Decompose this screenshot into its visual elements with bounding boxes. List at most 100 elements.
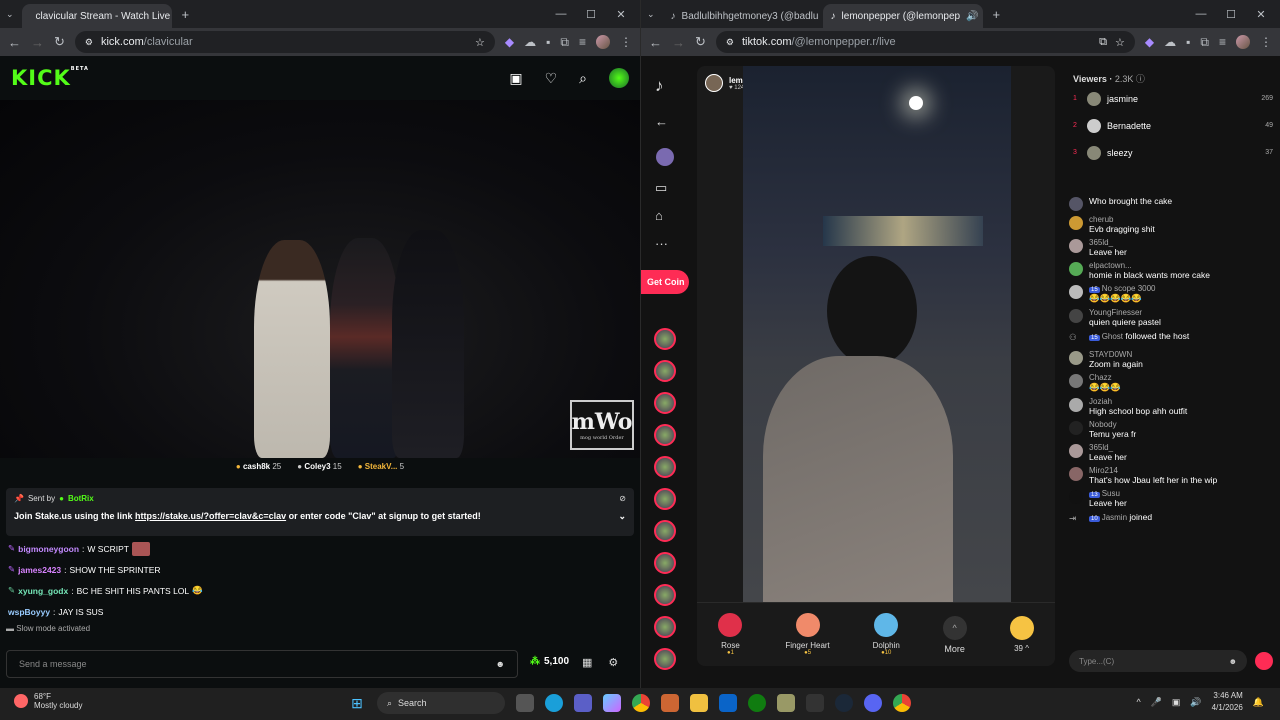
top-viewer-row[interactable]: 2 Bernadette 49 [1073, 112, 1273, 139]
site-info-icon[interactable]: ⚙ [726, 37, 734, 48]
tiktok-video[interactable] [743, 66, 1011, 602]
gift-dolphin[interactable]: Dolphin ●10 [873, 613, 900, 656]
extension-icon[interactable]: ▪ [546, 35, 550, 49]
live-channel-avatar[interactable] [654, 424, 676, 446]
taskbar-search[interactable]: ⌕ Search [377, 692, 505, 714]
chat-type-input[interactable]: Type...(C) ☻ [1069, 650, 1247, 672]
steam-icon[interactable] [835, 694, 853, 712]
emoji-picker-icon[interactable]: ☻ [496, 659, 505, 669]
explorer-icon[interactable] [690, 694, 708, 712]
audio-icon[interactable]: 🔊 [966, 11, 978, 22]
copilot-icon[interactable] [603, 694, 621, 712]
profile-avatar[interactable] [596, 35, 610, 49]
channel-points[interactable]: ⁂ 5,100 [530, 656, 569, 667]
gift-rose[interactable]: Rose ●1 [718, 613, 743, 656]
gift-leader[interactable]: ● Coley3 15 [297, 462, 341, 471]
live-channel-avatar[interactable] [654, 456, 676, 478]
url-field[interactable]: ⚙ kick.com/clavicular ☆ [74, 31, 495, 53]
live-channel-avatar[interactable] [654, 616, 676, 638]
gift-icon[interactable]: ▦ [582, 656, 592, 669]
tab-search-icon[interactable]: ⌄ [647, 9, 655, 20]
forward-icon[interactable]: → [672, 35, 685, 50]
host-avatar[interactable] [705, 74, 723, 92]
chrome-active-icon[interactable] [893, 694, 911, 712]
top-viewer-row[interactable]: 1 jasmine 269 [1073, 85, 1273, 112]
live-channel-avatar[interactable] [654, 552, 676, 574]
studio-icon[interactable]: ⌂ [655, 208, 663, 223]
app-icon[interactable] [777, 694, 795, 712]
epic-icon[interactable] [806, 694, 824, 712]
new-tab-icon[interactable]: + [182, 7, 190, 22]
back-arrow-icon[interactable]: ← [655, 114, 668, 129]
like-heart-button[interactable] [1255, 652, 1273, 670]
search-icon[interactable]: ⌕ [579, 70, 587, 87]
gift-leader[interactable]: ● cash8k 25 [236, 462, 281, 471]
media-icon[interactable]: ≡ [1219, 35, 1226, 49]
puzzle-icon[interactable]: ⧉ [560, 35, 569, 50]
close-icon[interactable]: ✕ [606, 0, 636, 28]
puzzle-icon[interactable]: ⧉ [1200, 35, 1209, 50]
maximize-icon[interactable]: ☐ [576, 0, 606, 28]
live-channel-avatar[interactable] [654, 360, 676, 382]
xbox-icon[interactable] [748, 694, 766, 712]
minimize-icon[interactable]: — [546, 0, 576, 28]
extension-icon[interactable]: ▪ [1186, 35, 1190, 49]
tiktok-logo-icon[interactable]: ♪ [655, 76, 664, 96]
live-camera-icon[interactable]: ▭ [655, 180, 667, 196]
settings-gear-icon[interactable]: ⚙ [608, 656, 618, 669]
discord-icon[interactable] [864, 694, 882, 712]
menu-icon[interactable]: ⋮ [1260, 35, 1272, 49]
live-channel-avatar[interactable] [654, 520, 676, 542]
live-channel-avatar[interactable] [654, 648, 676, 670]
expand-chevron-icon[interactable]: ⌄ [618, 511, 626, 522]
clock[interactable]: 3:46 AM 4/1/2026 [1212, 690, 1243, 714]
top-viewer-row[interactable]: 3 sleezy 37 [1073, 139, 1273, 166]
tab-kick[interactable]: clavicular Stream - Watch Live o ✕ [21, 4, 172, 28]
following-heart-icon[interactable]: ♡ [545, 70, 558, 87]
tab-badlul[interactable]: ♪ Badlulbihhgetmoney3 (@badlu ✕ [663, 4, 823, 28]
volume-icon[interactable]: 🔊 [1190, 697, 1201, 708]
bookmark-star-icon[interactable]: ☆ [1115, 36, 1125, 49]
chrome-icon[interactable] [632, 694, 650, 712]
teams-icon[interactable] [574, 694, 592, 712]
new-tab-icon[interactable]: + [993, 7, 1001, 22]
coin-balance[interactable]: 39 ^ [1009, 616, 1034, 653]
profile-avatar[interactable] [1236, 35, 1250, 49]
weather-widget[interactable]: 68°F Mostly cloudy [14, 692, 82, 710]
emoji-icon[interactable]: ☻ [1229, 657, 1237, 666]
live-channel-avatar[interactable] [654, 328, 676, 350]
kick-video-player[interactable]: mWo mog world Order [0, 100, 640, 458]
minimize-icon[interactable]: — [1186, 0, 1216, 28]
outlook-icon[interactable] [719, 694, 737, 712]
media-icon[interactable]: ≡ [579, 35, 586, 49]
back-icon[interactable]: ← [8, 35, 21, 50]
open-external-icon[interactable]: ⧉ [1099, 36, 1107, 49]
extension-icon[interactable]: ☁ [1164, 35, 1176, 49]
site-info-icon[interactable]: ⚙ [85, 37, 93, 48]
live-channel-avatar[interactable] [654, 584, 676, 606]
menu-icon[interactable]: ⋮ [620, 35, 632, 49]
tab-search-icon[interactable]: ⌄ [6, 9, 14, 20]
close-icon[interactable]: ✕ [1246, 0, 1276, 28]
forward-icon[interactable]: → [31, 35, 44, 50]
live-channel-avatar[interactable] [654, 392, 676, 414]
windows-start-icon[interactable]: ⊞ [348, 694, 366, 712]
live-channel-avatar[interactable] [654, 488, 676, 510]
bookmark-star-icon[interactable]: ☆ [475, 36, 485, 49]
notification-icon[interactable]: 🔔 [1253, 697, 1264, 708]
extension-icon[interactable]: ◆ [1145, 35, 1154, 49]
task-view-icon[interactable] [516, 694, 534, 712]
hide-pin-icon[interactable]: ⊘ [619, 494, 626, 503]
kick-logo[interactable]: KICKBETA [11, 66, 89, 90]
browse-icon[interactable]: ▣ [509, 70, 522, 87]
tab-lemonpepper[interactable]: ♪ lemonpepper (@lemonpep 🔊 ✕ [822, 4, 983, 28]
gift-leader[interactable]: ● SteakV... 5 [358, 462, 404, 471]
extension-icon[interactable]: ☁ [524, 35, 536, 49]
more-gifts-button[interactable]: ^ More [942, 615, 967, 654]
gift-finger-heart[interactable]: Finger Heart ●5 [785, 613, 830, 656]
store-icon[interactable] [661, 694, 679, 712]
mic-icon[interactable]: 🎤 [1151, 697, 1162, 708]
chat-input[interactable]: Send a message ☻ [6, 650, 518, 678]
profile-avatar[interactable] [656, 148, 674, 166]
reload-icon[interactable]: ↻ [54, 34, 65, 50]
